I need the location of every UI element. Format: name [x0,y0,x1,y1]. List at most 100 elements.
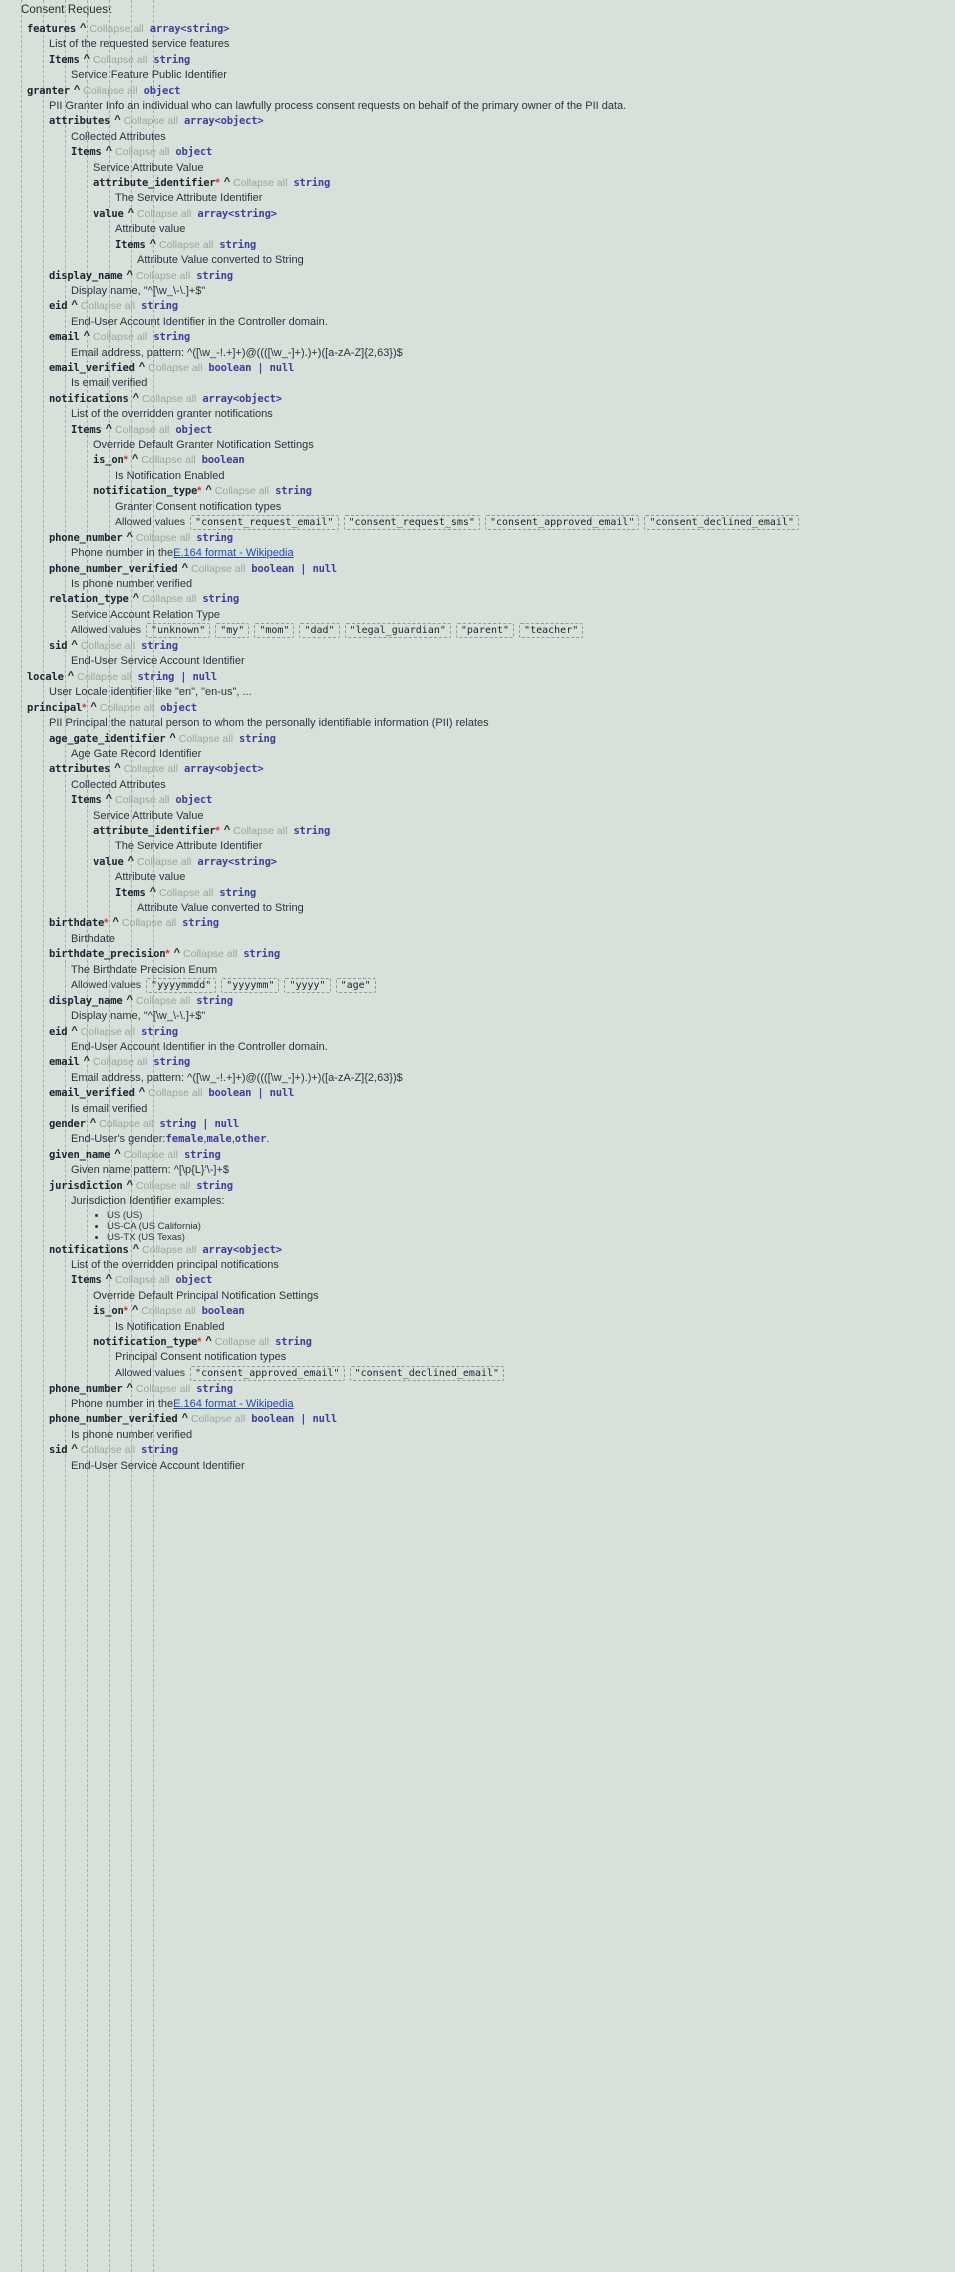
chevron-up-icon[interactable]: ^ [128,854,134,869]
schema-property-row[interactable]: eid ^ Collapse all string [0,1025,955,1040]
collapse-all-button[interactable]: Collapse all [142,1243,196,1258]
chevron-up-icon[interactable]: ^ [84,1054,90,1069]
collapse-all-button[interactable]: Collapse all [115,145,169,160]
collapse-all-button[interactable]: Collapse all [136,269,190,284]
chevron-up-icon[interactable]: ^ [106,1272,112,1287]
collapse-all-button[interactable]: Collapse all [215,484,269,499]
schema-property-row[interactable]: email_verified ^ Collapse all boolean | nul… [0,1086,955,1101]
collapse-all-button[interactable]: Collapse all [81,1443,135,1458]
chevron-up-icon[interactable]: ^ [68,669,74,684]
collapse-all-button[interactable]: Collapse all [159,238,213,253]
schema-property-row[interactable]: given_name ^ Collapse all string [0,1148,955,1163]
schema-property-row[interactable]: notification_type* ^ Collapse all string [0,1335,955,1350]
schema-property-row[interactable]: is_on* ^ Collapse all boolean [0,1304,955,1319]
schema-property-row[interactable]: granter ^ Collapse all object [0,84,955,99]
external-link[interactable]: E.164 format - Wikipedia [173,546,293,561]
collapse-all-button[interactable]: Collapse all [179,732,233,747]
collapse-all-button[interactable]: Collapse all [141,453,195,468]
chevron-up-icon[interactable]: ^ [224,175,230,190]
collapse-all-button[interactable]: Collapse all [191,1412,245,1427]
collapse-all-button[interactable]: Collapse all [93,330,147,345]
collapse-all-button[interactable]: Collapse all [233,824,287,839]
chevron-up-icon[interactable]: ^ [106,422,112,437]
chevron-up-icon[interactable]: ^ [132,452,138,467]
schema-property-row[interactable]: phone_number_verified ^ Collapse all boolea… [0,1412,955,1427]
collapse-all-button[interactable]: Collapse all [124,114,178,129]
chevron-up-icon[interactable]: ^ [71,1024,77,1039]
schema-property-row[interactable]: gender ^ Collapse all string | null [0,1117,955,1132]
collapse-all-button[interactable]: Collapse all [100,701,154,716]
chevron-up-icon[interactable]: ^ [106,792,112,807]
collapse-all-button[interactable]: Collapse all [215,1335,269,1350]
collapse-all-button[interactable]: Collapse all [191,562,245,577]
chevron-up-icon[interactable]: ^ [114,761,120,776]
chevron-up-icon[interactable]: ^ [71,638,77,653]
collapse-all-button[interactable]: Collapse all [142,392,196,407]
schema-property-row[interactable]: birthdate_precision* ^ Collapse all string [0,947,955,962]
chevron-up-icon[interactable]: ^ [139,1085,145,1100]
collapse-all-button[interactable]: Collapse all [124,762,178,777]
chevron-up-icon[interactable]: ^ [182,1411,188,1426]
schema-property-row[interactable]: notifications ^ Collapse all array<object> [0,392,955,407]
collapse-all-button[interactable]: Collapse all [122,916,176,931]
schema-property-row[interactable]: is_on* ^ Collapse all boolean [0,453,955,468]
collapse-all-button[interactable]: Collapse all [115,1273,169,1288]
collapse-all-button[interactable]: Collapse all [89,22,143,37]
chevron-up-icon[interactable]: ^ [133,1242,139,1257]
chevron-up-icon[interactable]: ^ [126,530,132,545]
schema-property-row[interactable]: phone_number_verified ^ Collapse all boolea… [0,562,955,577]
chevron-up-icon[interactable]: ^ [71,1442,77,1457]
collapse-all-button[interactable]: Collapse all [93,53,147,68]
collapse-all-button[interactable]: Collapse all [183,947,237,962]
schema-property-row[interactable]: Items ^ Collapse all object [0,1273,955,1288]
chevron-up-icon[interactable]: ^ [74,83,80,98]
collapse-all-button[interactable]: Collapse all [136,531,190,546]
collapse-all-button[interactable]: Collapse all [159,886,213,901]
collapse-all-button[interactable]: Collapse all [115,423,169,438]
collapse-all-button[interactable]: Collapse all [142,592,196,607]
schema-property-row[interactable]: age_gate_identifier ^ Collapse all string [0,732,955,747]
schema-property-row[interactable]: attributes ^ Collapse all array<object> [0,762,955,777]
collapse-all-button[interactable]: Collapse all [136,994,190,1009]
chevron-up-icon[interactable]: ^ [128,206,134,221]
schema-property-row[interactable]: eid ^ Collapse all string [0,299,955,314]
chevron-up-icon[interactable]: ^ [169,731,175,746]
collapse-all-button[interactable]: Collapse all [81,639,135,654]
schema-property-row[interactable]: attribute_identifier* ^ Collapse all string [0,176,955,191]
chevron-up-icon[interactable]: ^ [224,823,230,838]
collapse-all-button[interactable]: Collapse all [136,1382,190,1397]
chevron-up-icon[interactable]: ^ [182,561,188,576]
schema-property-row[interactable]: sid ^ Collapse all string [0,1443,955,1458]
chevron-up-icon[interactable]: ^ [114,1147,120,1162]
schema-property-row[interactable]: Items ^ Collapse all object [0,145,955,160]
collapse-all-button[interactable]: Collapse all [81,1025,135,1040]
collapse-all-button[interactable]: Collapse all [99,1117,153,1132]
collapse-all-button[interactable]: Collapse all [115,793,169,808]
schema-property-row[interactable]: attribute_identifier* ^ Collapse all string [0,824,955,839]
schema-property-row[interactable]: notifications ^ Collapse all array<object> [0,1243,955,1258]
schema-property-row[interactable]: jurisdiction ^ Collapse all string [0,1179,955,1194]
schema-property-row[interactable]: email ^ Collapse all string [0,1055,955,1070]
collapse-all-button[interactable]: Collapse all [83,84,137,99]
schema-property-row[interactable]: phone_number ^ Collapse all string [0,1382,955,1397]
chevron-up-icon[interactable]: ^ [80,21,86,36]
chevron-up-icon[interactable]: ^ [90,700,96,715]
schema-property-row[interactable]: sid ^ Collapse all string [0,639,955,654]
collapse-all-button[interactable]: Collapse all [93,1055,147,1070]
chevron-up-icon[interactable]: ^ [106,144,112,159]
collapse-all-button[interactable]: Collapse all [77,670,131,685]
schema-property-row[interactable]: principal* ^ Collapse all object [0,701,955,716]
schema-property-row[interactable]: email_verified ^ Collapse all boolean | nul… [0,361,955,376]
schema-property-row[interactable]: attributes ^ Collapse all array<object> [0,114,955,129]
schema-property-row[interactable]: Items ^ Collapse all object [0,423,955,438]
schema-property-row[interactable]: locale ^ Collapse all string | null [0,670,955,685]
schema-property-row[interactable]: value ^ Collapse all array<string> [0,855,955,870]
collapse-all-button[interactable]: Collapse all [81,299,135,314]
chevron-up-icon[interactable]: ^ [126,268,132,283]
collapse-all-button[interactable]: Collapse all [233,176,287,191]
chevron-up-icon[interactable]: ^ [126,993,132,1008]
schema-property-row[interactable]: Items ^ Collapse all object [0,793,955,808]
schema-property-row[interactable]: phone_number ^ Collapse all string [0,531,955,546]
schema-property-row[interactable]: birthdate* ^ Collapse all string [0,916,955,931]
chevron-up-icon[interactable]: ^ [114,113,120,128]
